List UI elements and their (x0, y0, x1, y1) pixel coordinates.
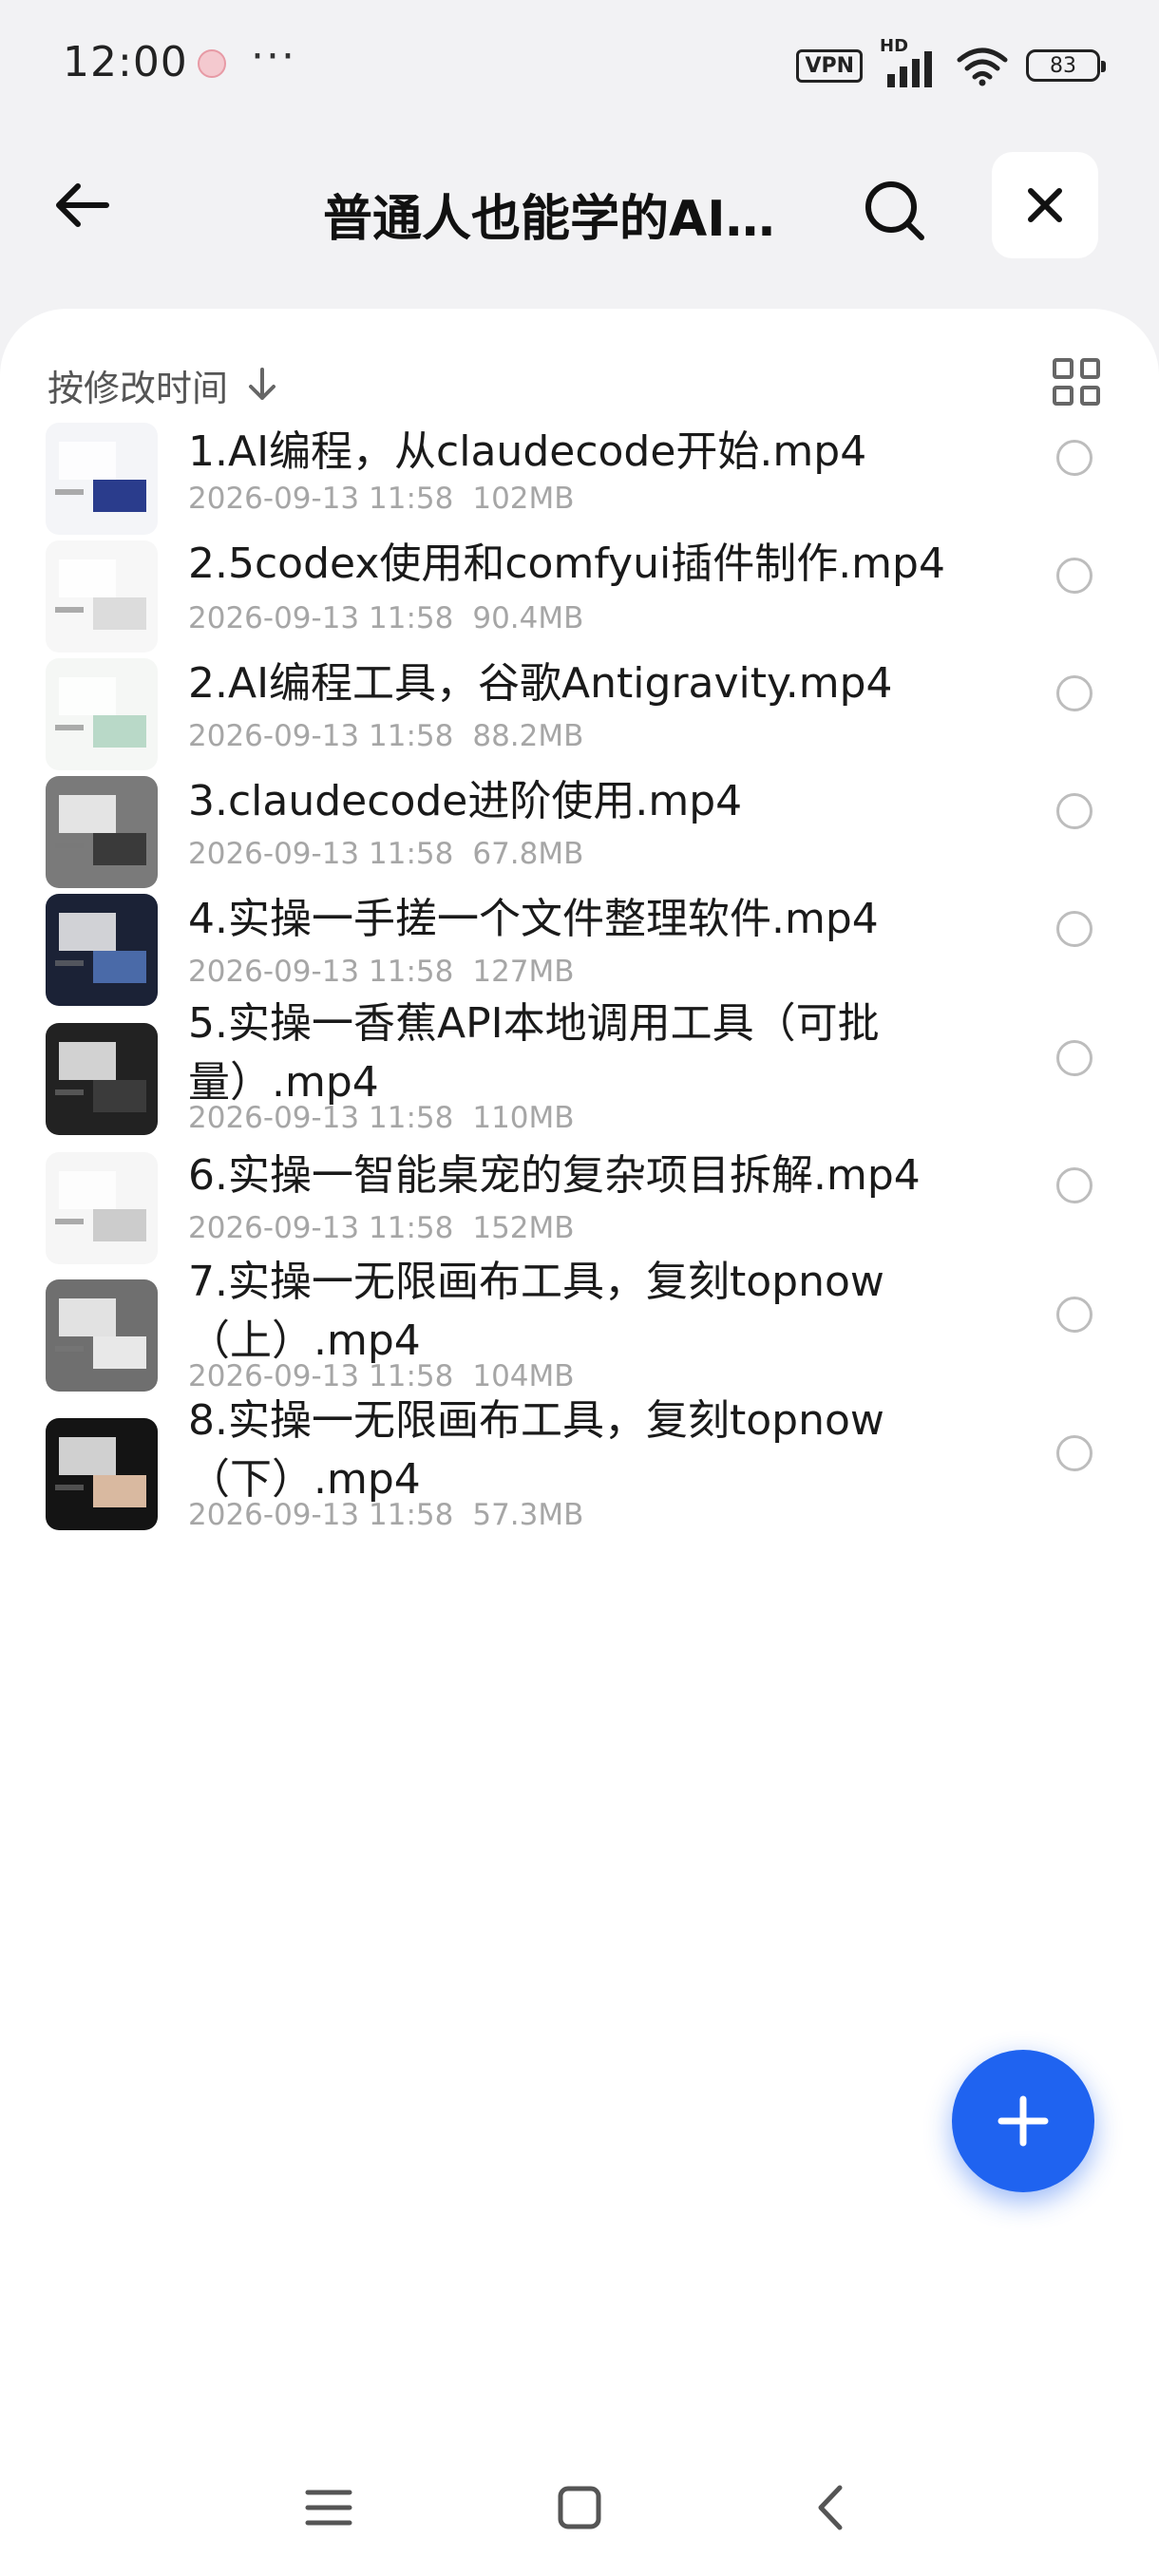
file-name: 8.实操一无限画布工具，复刻topnow（下）.mp4 (188, 1396, 884, 1504)
sort-control[interactable]: 按修改时间 (48, 356, 279, 413)
file-date: 2026-09-13 11:58 (188, 1359, 454, 1393)
sort-label: 按修改时间 (48, 367, 229, 409)
select-radio[interactable] (1056, 1167, 1092, 1203)
signal-icon: HD (880, 36, 939, 87)
select-radio[interactable] (1056, 675, 1092, 711)
close-button[interactable] (992, 152, 1098, 258)
file-date: 2026-09-13 11:58 (188, 1498, 454, 1532)
search-button[interactable] (855, 171, 935, 251)
file-meta: 2026-09-13 11:58 110MB (188, 1101, 575, 1135)
more-notifications-icon: ··· (251, 32, 296, 81)
file-size: 88.2MB (472, 719, 584, 753)
file-size: 102MB (472, 482, 575, 516)
search-icon (865, 181, 924, 240)
select-radio[interactable] (1056, 440, 1092, 476)
battery-icon: 83 (1026, 49, 1106, 82)
file-meta: 2026-09-13 11:58 57.3MB (188, 1498, 583, 1532)
video-thumbnail (46, 1152, 158, 1264)
file-date: 2026-09-13 11:58 (188, 1211, 454, 1245)
page-title: 普通人也能学的AI编程课程（完结） (323, 191, 817, 248)
system-back-button[interactable] (792, 2470, 868, 2546)
file-size: 57.3MB (472, 1498, 584, 1532)
file-meta: 2026-09-13 11:58 127MB (188, 955, 575, 989)
select-radio[interactable] (1056, 1297, 1092, 1333)
notification-app-icon (198, 49, 226, 78)
status-time: 12:00 (63, 38, 188, 86)
chevron-left-icon (818, 2485, 843, 2530)
select-radio[interactable] (1056, 558, 1092, 594)
file-date: 2026-09-13 11:58 (188, 837, 454, 871)
file-date: 2026-09-13 11:58 (188, 482, 454, 516)
file-meta: 2026-09-13 11:58 102MB (188, 482, 575, 516)
video-thumbnail (46, 776, 158, 888)
file-name: 2.5codex使用和comfyui插件制作.mp4 (188, 540, 945, 588)
arrow-left-icon (56, 183, 109, 227)
menu-icon (305, 2490, 352, 2526)
system-navigation-bar (0, 2451, 1159, 2555)
wifi-icon (957, 47, 1008, 86)
select-radio[interactable] (1056, 1435, 1092, 1471)
video-thumbnail (46, 658, 158, 770)
vpn-icon: VPN (796, 48, 863, 83)
file-meta: 2026-09-13 11:58 104MB (188, 1359, 575, 1393)
file-name: 1.AI编程，从claudecode开始.mp4 (188, 427, 867, 476)
file-size: 90.4MB (472, 601, 584, 635)
file-size: 67.8MB (472, 837, 584, 871)
add-button[interactable] (952, 2050, 1094, 2192)
file-meta: 2026-09-13 11:58 67.8MB (188, 837, 583, 871)
select-radio[interactable] (1056, 793, 1092, 829)
battery-level: 83 (1050, 53, 1076, 78)
file-size: 152MB (472, 1211, 575, 1245)
file-date: 2026-09-13 11:58 (188, 601, 454, 635)
file-name: 2.AI编程工具，谷歌Antigravity.mp4 (188, 659, 893, 708)
back-button[interactable] (42, 165, 122, 245)
file-size: 127MB (472, 955, 575, 989)
file-date: 2026-09-13 11:58 (188, 955, 454, 989)
select-radio[interactable] (1056, 911, 1092, 947)
grid-view-button[interactable] (1053, 358, 1100, 406)
file-list-panel: 按修改时间 1.AI编程，从claudecode开始.mp4 2026-09-13… (0, 309, 1159, 2576)
close-icon (1028, 188, 1062, 222)
home-square-icon (558, 2486, 601, 2529)
file-name: 5.实操一香蕉API本地调用工具（可批量）.mp4 (188, 999, 880, 1107)
file-meta: 2026-09-13 11:58 88.2MB (188, 719, 583, 753)
menu-button[interactable] (291, 2470, 367, 2546)
file-name: 4.实操一手搓一个文件整理软件.mp4 (188, 895, 879, 943)
video-thumbnail (46, 894, 158, 1006)
file-name: 3.claudecode进阶使用.mp4 (188, 777, 743, 825)
video-thumbnail (46, 540, 158, 653)
video-thumbnail (46, 1418, 158, 1530)
home-button[interactable] (542, 2470, 618, 2546)
file-name: 7.实操一无限画布工具，复刻topnow（上）.mp4 (188, 1258, 884, 1365)
file-size: 110MB (472, 1101, 575, 1135)
select-radio[interactable] (1056, 1040, 1092, 1076)
plus-icon (998, 2095, 1049, 2147)
file-meta: 2026-09-13 11:58 90.4MB (188, 601, 583, 635)
app-header: 普通人也能学的AI编程课程（完结） (0, 142, 1159, 266)
file-meta: 2026-09-13 11:58 152MB (188, 1211, 575, 1245)
file-date: 2026-09-13 11:58 (188, 1101, 454, 1135)
file-date: 2026-09-13 11:58 (188, 719, 454, 753)
video-thumbnail (46, 1279, 158, 1392)
video-thumbnail (46, 1023, 158, 1135)
arrow-down-icon (249, 368, 276, 400)
file-name: 6.实操一智能桌宠的复杂项目拆解.mp4 (188, 1151, 921, 1200)
video-thumbnail (46, 423, 158, 535)
status-bar: 12:00 ··· VPN HD 83 (0, 0, 1159, 133)
file-size: 104MB (472, 1359, 575, 1393)
